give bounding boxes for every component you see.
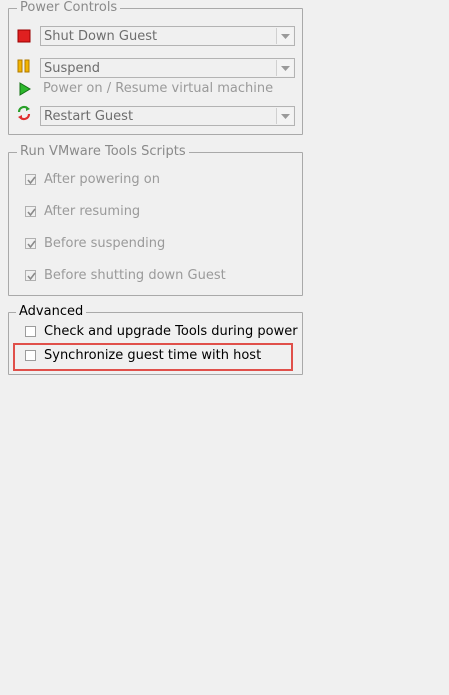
checkmark-icon xyxy=(27,176,36,185)
before-shutting-down-checkbox[interactable] xyxy=(25,270,36,281)
stop-square-icon xyxy=(17,29,31,43)
checkmark-icon xyxy=(27,272,36,281)
stop-action-dropdown-button[interactable] xyxy=(276,28,293,44)
play-triangle-icon xyxy=(18,82,32,96)
restart-arrows-icon xyxy=(16,105,31,121)
sync-guest-time-label[interactable]: Synchronize guest time with host xyxy=(44,348,261,364)
check-upgrade-tools-checkbox[interactable] xyxy=(25,326,36,337)
chevron-down-icon xyxy=(281,114,290,119)
advanced-legend: Advanced xyxy=(16,304,87,320)
chevron-down-icon xyxy=(281,34,290,39)
advanced-group: Advanced Check and upgrade Tools during … xyxy=(8,304,303,375)
stop-action-select[interactable]: Shut Down Guest xyxy=(40,26,295,46)
pause-action-dropdown-button[interactable] xyxy=(276,60,293,76)
reset-action-dropdown-button[interactable] xyxy=(276,108,293,124)
power-controls-legend: Power Controls xyxy=(17,0,121,16)
reset-action-select[interactable]: Restart Guest xyxy=(40,106,295,126)
check-upgrade-tools-label[interactable]: Check and upgrade Tools during power xyxy=(44,324,298,340)
sync-guest-time-checkbox[interactable] xyxy=(25,350,36,361)
after-powering-on-label: After powering on xyxy=(44,172,160,187)
before-suspending-label: Before suspending xyxy=(44,236,166,251)
stop-action-value: Shut Down Guest xyxy=(44,29,158,44)
reset-action-value: Restart Guest xyxy=(44,109,134,124)
pause-bars-icon xyxy=(17,59,31,73)
before-shutting-down-label: Before shutting down Guest xyxy=(44,268,226,283)
tools-scripts-group: Run VMware Tools Scripts After powering … xyxy=(8,144,303,296)
after-powering-on-checkbox[interactable] xyxy=(25,174,36,185)
checkmark-icon xyxy=(27,208,36,217)
pause-action-value: Suspend xyxy=(44,61,101,76)
pause-action-select[interactable]: Suspend xyxy=(40,58,295,78)
after-resuming-checkbox[interactable] xyxy=(25,206,36,217)
power-controls-group: Power Controls Shut Down Guest Suspend P… xyxy=(8,0,303,135)
power-on-label: Power on / Resume virtual machine xyxy=(43,81,274,96)
after-resuming-label: After resuming xyxy=(44,204,141,219)
before-suspending-checkbox[interactable] xyxy=(25,238,36,249)
chevron-down-icon xyxy=(281,66,290,71)
checkmark-icon xyxy=(27,240,36,249)
tools-scripts-legend: Run VMware Tools Scripts xyxy=(17,144,189,160)
